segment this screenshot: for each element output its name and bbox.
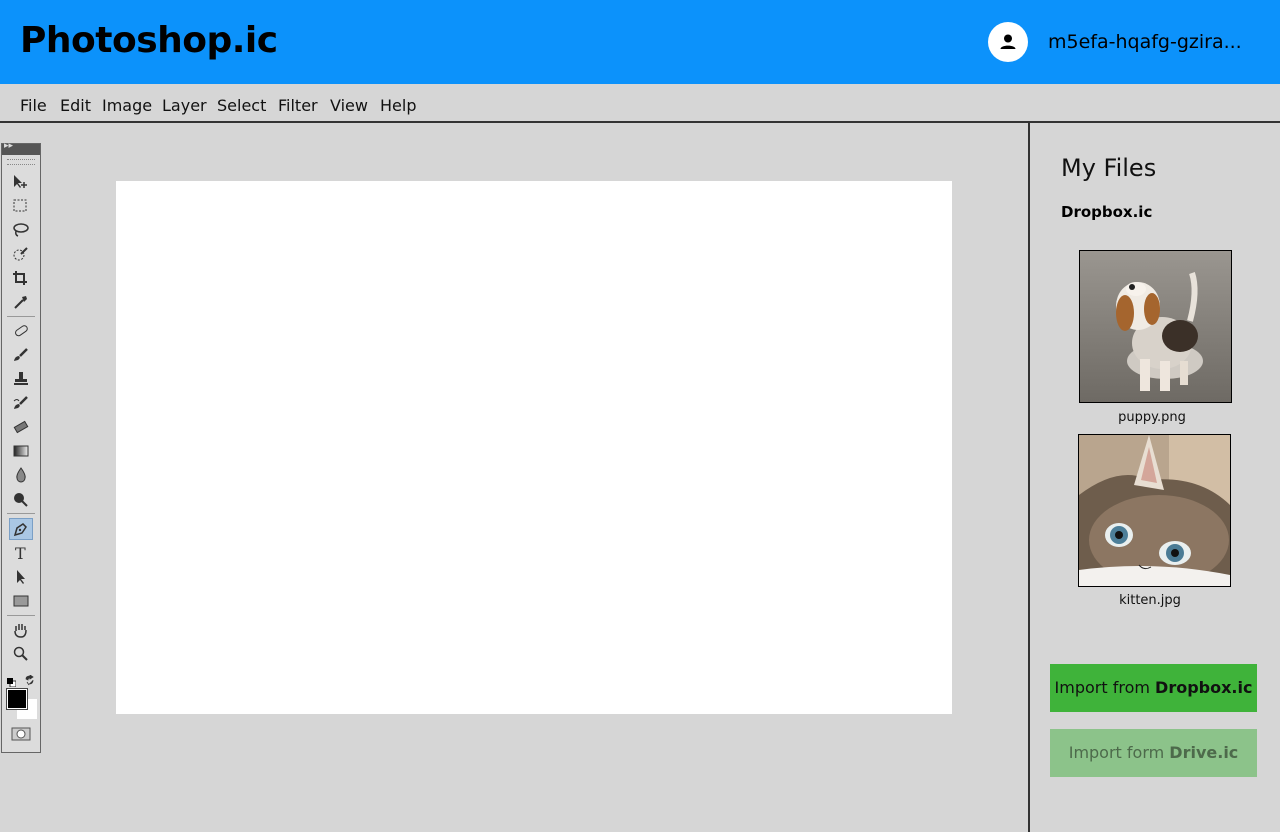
import-drive-button[interactable]: Import form Drive.ic <box>1050 729 1257 777</box>
file-name[interactable]: kitten.jpg <box>1070 593 1230 608</box>
foreground-color-swatch[interactable] <box>6 688 28 710</box>
marquee-tool-icon[interactable] <box>10 196 32 216</box>
gradient-tool-icon[interactable] <box>10 441 32 461</box>
document-canvas[interactable] <box>116 181 952 714</box>
menu-bar: File Edit Image Layer Select Filter View… <box>0 84 1280 123</box>
lasso-tool-icon[interactable] <box>10 220 32 240</box>
history-brush-tool-icon[interactable] <box>10 393 32 413</box>
svg-text:T: T <box>15 545 26 561</box>
tool-separator <box>7 615 35 616</box>
import-drive-prefix: Import form <box>1068 743 1170 762</box>
dodge-tool-icon[interactable] <box>10 489 32 509</box>
username[interactable]: m5efa-hqafg-gzira... <box>1048 30 1248 54</box>
rectangle-tool-icon[interactable] <box>10 591 32 611</box>
kitten-thumbnail[interactable] <box>1078 434 1231 587</box>
user-avatar-icon[interactable] <box>988 22 1028 62</box>
eraser-tool-icon[interactable] <box>10 417 32 437</box>
quick-mask-icon[interactable] <box>11 726 31 741</box>
brush-tool-icon[interactable] <box>10 345 32 365</box>
workspace <box>0 123 1028 832</box>
menu-select[interactable]: Select <box>217 96 266 116</box>
import-dropbox-prefix: Import from <box>1054 678 1156 697</box>
menu-file[interactable]: File <box>20 96 47 116</box>
files-source: Dropbox.ic <box>1061 203 1153 221</box>
crop-tool-icon[interactable] <box>10 268 32 288</box>
type-tool-icon[interactable]: T <box>10 543 32 563</box>
zoom-tool-icon[interactable] <box>10 644 32 664</box>
collapse-icon[interactable]: ▸▸ <box>4 141 13 151</box>
healing-brush-tool-icon[interactable] <box>10 321 32 341</box>
eyedropper-tool-icon[interactable] <box>10 292 32 312</box>
menu-image[interactable]: Image <box>102 96 152 116</box>
app-title: Photoshop.ic <box>20 20 278 61</box>
toolbox: ▸▸ T <box>1 141 41 753</box>
move-tool-icon[interactable] <box>10 172 32 192</box>
puppy-thumbnail[interactable] <box>1079 250 1232 403</box>
clone-stamp-tool-icon[interactable] <box>10 369 32 389</box>
toolbox-header[interactable]: ▸▸ <box>2 141 40 155</box>
hand-tool-icon[interactable] <box>10 620 32 640</box>
menu-view[interactable]: View <box>330 96 368 116</box>
toolbox-grip[interactable] <box>7 159 35 165</box>
menu-filter[interactable]: Filter <box>278 96 318 116</box>
import-drive-service: Drive.ic <box>1169 743 1239 762</box>
menu-layer[interactable]: Layer <box>162 96 207 116</box>
blur-tool-icon[interactable] <box>10 465 32 485</box>
panel-title: My Files <box>1061 154 1157 182</box>
tool-separator <box>7 513 35 514</box>
menu-help[interactable]: Help <box>380 96 416 116</box>
tool-separator <box>7 316 35 317</box>
app-header: Photoshop.ic m5efa-hqafg-gzira... <box>0 0 1280 84</box>
files-panel: My Files Dropbox.ic puppy.png kitten.jpg… <box>1030 123 1280 832</box>
file-name[interactable]: puppy.png <box>1072 410 1232 425</box>
pen-tool-icon[interactable] <box>9 518 33 540</box>
default-colors-icon[interactable] <box>7 672 17 688</box>
quick-selection-tool-icon[interactable] <box>10 244 32 264</box>
menu-edit[interactable]: Edit <box>60 96 91 116</box>
swap-colors-icon[interactable] <box>24 671 35 686</box>
path-selection-tool-icon[interactable] <box>10 567 32 587</box>
import-dropbox-service: Dropbox.ic <box>1155 678 1253 697</box>
import-dropbox-button[interactable]: Import from Dropbox.ic <box>1050 664 1257 712</box>
